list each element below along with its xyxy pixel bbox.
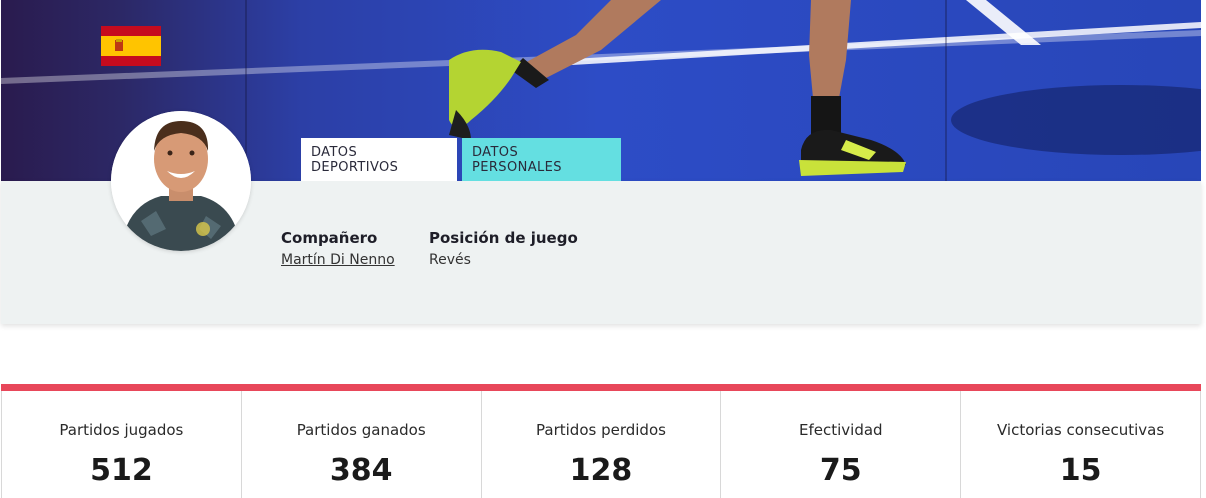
tab-datos-deportivos[interactable]: DATOS DEPORTIVOS	[301, 138, 457, 181]
stat-value: 384	[329, 453, 393, 488]
profile-tabs: DATOS DEPORTIVOS DATOS PERSONALES	[301, 138, 621, 181]
stat-value: 15	[1059, 453, 1102, 488]
player-avatar	[111, 111, 251, 251]
spain-flag-icon	[101, 26, 161, 66]
stat-value: 75	[819, 453, 862, 488]
position-label: Posición de juego	[429, 229, 578, 247]
stat-value: 128	[569, 453, 633, 488]
stat-partidos-ganados: Partidos ganados 384	[242, 391, 482, 498]
stat-label: Partidos jugados	[59, 421, 184, 439]
stats-panel: Partidos jugados 512 Partidos ganados 38…	[1, 391, 1201, 498]
stat-label: Victorias consecutivas	[996, 421, 1165, 439]
partner-field: Compañero Martín Di Nenno	[281, 229, 395, 268]
player-profile-page: DATOS DEPORTIVOS DATOS PERSONALES Compañ…	[0, 0, 1206, 498]
stat-partidos-jugados: Partidos jugados 512	[2, 391, 242, 498]
stat-efectividad: Efectividad 75	[721, 391, 962, 498]
stat-victorias-consecutivas: Victorias consecutivas 15	[961, 391, 1200, 498]
tab-datos-personales[interactable]: DATOS PERSONALES	[462, 138, 621, 181]
player-photo	[111, 111, 251, 251]
stat-label: Partidos perdidos	[536, 421, 666, 439]
stats-accent-bar	[1, 384, 1201, 391]
stat-label: Partidos ganados	[296, 421, 426, 439]
partner-label: Compañero	[281, 229, 378, 247]
partner-link[interactable]: Martín Di Nenno	[281, 252, 395, 268]
position-field: Posición de juego Revés	[429, 229, 578, 268]
position-value: Revés	[429, 252, 471, 268]
stat-partidos-perdidos: Partidos perdidos 128	[482, 391, 722, 498]
stat-value: 512	[90, 453, 153, 488]
stat-label: Efectividad	[799, 421, 883, 439]
